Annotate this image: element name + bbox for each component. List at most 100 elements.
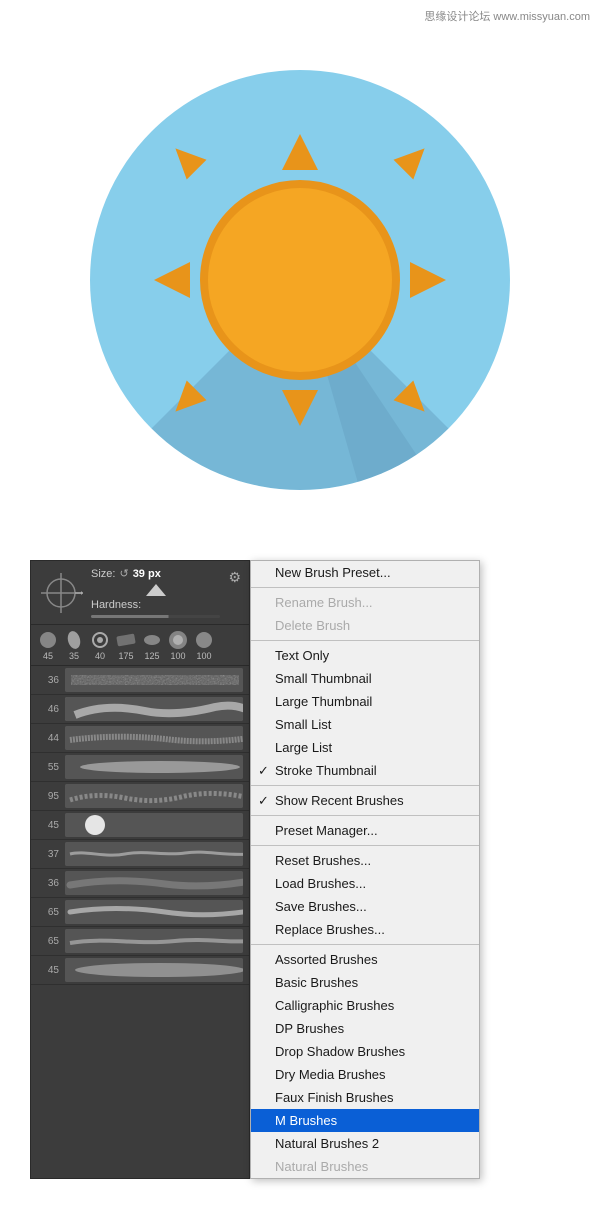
menu-item-replace-brushes[interactable]: Replace Brushes... [251, 918, 479, 941]
brush-stroke-preview [65, 755, 243, 779]
menu-item-natural-brushes-2[interactable]: Natural Brushes 2 [251, 1132, 479, 1155]
size-reset-icon[interactable]: ↺ [119, 567, 128, 580]
ps-hardness-row: Hardness: [91, 599, 220, 611]
brush-list-item[interactable]: 45 [31, 956, 249, 985]
sun-ray-north [282, 134, 318, 170]
menu-item-large-list[interactable]: Large List [251, 736, 479, 759]
menu-item-natural-brushes: Natural Brushes [251, 1155, 479, 1178]
ps-brush-panel: Size: ↺ 39 px Hardness: ⚙ [30, 560, 250, 1179]
menu-item-preset-manager[interactable]: Preset Manager... [251, 819, 479, 842]
menu-separator [251, 587, 479, 588]
brush-list-item[interactable]: 65 [31, 927, 249, 956]
brush-list-item[interactable]: 55 [31, 753, 249, 782]
brush-list-item[interactable]: 36 [31, 869, 249, 898]
sun-ray-east [410, 262, 446, 298]
menu-item-drop-shadow-brushes[interactable]: Drop Shadow Brushes [251, 1040, 479, 1063]
sun-circle-background [90, 70, 510, 490]
brush-tip-item[interactable]: 40 [89, 629, 111, 661]
brush-stroke-preview [65, 842, 243, 866]
brush-stroke-svg [65, 842, 243, 866]
brush-size-label: 95 [37, 791, 59, 802]
brush-list-item[interactable]: 45 [31, 811, 249, 840]
gear-icon[interactable]: ⚙ [228, 567, 241, 586]
menu-item-small-thumbnail[interactable]: Small Thumbnail [251, 667, 479, 690]
brush-stroke-preview [65, 726, 243, 750]
brush-size-label: 36 [37, 675, 59, 686]
size-label: Size: [91, 568, 115, 580]
brush-tip-2-icon [63, 629, 85, 651]
menu-item-m-brushes[interactable]: M Brushes [251, 1109, 479, 1132]
brush-tip-item[interactable]: 175 [115, 629, 137, 661]
photoshop-section: Size: ↺ 39 px Hardness: ⚙ [0, 560, 600, 1219]
menu-separator [251, 845, 479, 846]
brush-stroke-svg [65, 697, 243, 721]
brush-stroke-svg [65, 929, 243, 953]
menu-item-stroke-thumbnail[interactable]: Stroke Thumbnail [251, 759, 479, 782]
brush-tip-5-icon [141, 629, 163, 651]
watermark: 思缘设计论坛 www.missyuan.com [424, 8, 590, 24]
ps-size-row: Size: ↺ 39 px [91, 567, 220, 580]
brush-size-label: 36 [37, 878, 59, 889]
brush-list-item[interactable]: 37 [31, 840, 249, 869]
brush-stroke-svg [65, 668, 243, 692]
menu-item-basic-brushes[interactable]: Basic Brushes [251, 971, 479, 994]
brush-size-label: 45 [37, 820, 59, 831]
ps-wrapper: Size: ↺ 39 px Hardness: ⚙ [30, 560, 570, 1179]
brush-tip-item[interactable]: 35 [63, 629, 85, 661]
menu-separator [251, 785, 479, 786]
menu-item-faux-finish-brushes[interactable]: Faux Finish Brushes [251, 1086, 479, 1109]
brush-size-label: 55 [37, 762, 59, 773]
menu-item-assorted-brushes[interactable]: Assorted Brushes [251, 948, 479, 971]
brush-stroke-preview [65, 958, 243, 982]
menu-item-small-list[interactable]: Small List [251, 713, 479, 736]
ps-brush-list: 36 46 [31, 666, 249, 985]
menu-item-load-brushes[interactable]: Load Brushes... [251, 872, 479, 895]
menu-item-text-only[interactable]: Text Only [251, 644, 479, 667]
brush-size-label: 65 [37, 907, 59, 918]
menu-item-show-recent-brushes[interactable]: Show Recent Brushes [251, 789, 479, 812]
ps-brush-tips-row: 45 35 40 [31, 625, 249, 666]
menu-item-delete-brush: Delete Brush [251, 614, 479, 637]
sun-illustration [0, 0, 600, 560]
brush-list-item[interactable]: 36 [31, 666, 249, 695]
size-value: 39 px [133, 568, 161, 580]
brush-size-label: 65 [37, 936, 59, 947]
menu-item-reset-brushes[interactable]: Reset Brushes... [251, 849, 479, 872]
sun-body [200, 180, 400, 380]
brush-stroke-svg [65, 726, 243, 750]
ps-hardness-slider[interactable] [91, 615, 220, 618]
brush-tip-shape [146, 584, 166, 596]
brush-list-item[interactable]: 46 [31, 695, 249, 724]
brush-tip-7-icon [193, 629, 215, 651]
sun-ray-west [154, 262, 190, 298]
sun-disk [200, 180, 400, 380]
menu-item-save-brushes[interactable]: Save Brushes... [251, 895, 479, 918]
brush-stroke-preview [65, 929, 243, 953]
brush-tip-6-icon [167, 629, 189, 651]
brush-stroke-preview [65, 900, 243, 924]
menu-item-dp-brushes[interactable]: DP Brushes [251, 1017, 479, 1040]
brush-list-item[interactable]: 44 [31, 724, 249, 753]
hardness-label: Hardness: [91, 599, 141, 611]
brush-tip-item[interactable]: 125 [141, 629, 163, 661]
brush-tip-item[interactable]: 100 [193, 629, 215, 661]
menu-item-large-thumbnail[interactable]: Large Thumbnail [251, 690, 479, 713]
menu-item-dry-media-brushes[interactable]: Dry Media Brushes [251, 1063, 479, 1086]
brush-stroke-preview [65, 784, 243, 808]
menu-item-new-brush-preset[interactable]: New Brush Preset... [251, 561, 479, 584]
brush-stroke-svg [65, 900, 243, 924]
brush-list-item[interactable]: 95 [31, 782, 249, 811]
menu-separator [251, 815, 479, 816]
menu-separator [251, 640, 479, 641]
ps-size-area: Size: ↺ 39 px Hardness: [91, 567, 220, 618]
brush-tip-3-icon [89, 629, 111, 651]
brush-tip-item[interactable]: 100 [167, 629, 189, 661]
brush-list-item[interactable]: 65 [31, 898, 249, 927]
brush-size-label: 44 [37, 733, 59, 744]
context-menu: New Brush Preset...Rename Brush...Delete… [250, 560, 480, 1179]
brush-tip-item[interactable]: 45 [37, 629, 59, 661]
brush-stroke-preview [65, 697, 243, 721]
ps-panel-header: Size: ↺ 39 px Hardness: ⚙ [31, 561, 249, 625]
menu-item-calligraphic-brushes[interactable]: Calligraphic Brushes [251, 994, 479, 1017]
brush-stroke-svg [65, 813, 243, 837]
